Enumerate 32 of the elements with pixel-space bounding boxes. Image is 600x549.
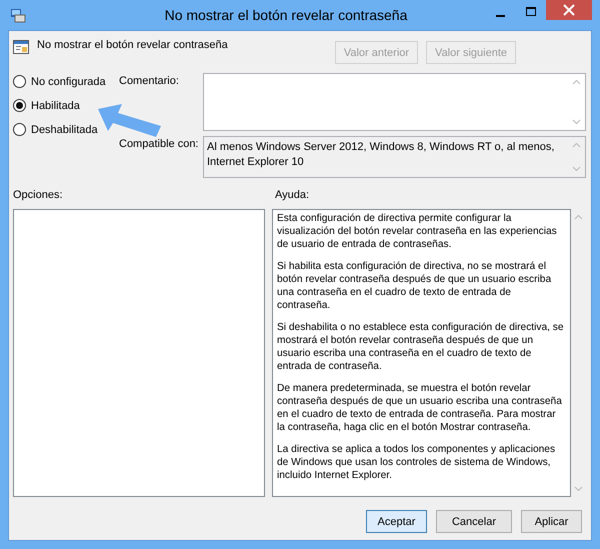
radio-button[interactable] <box>13 123 26 136</box>
scroll-down-icon[interactable] <box>574 486 582 492</box>
help-label: Ayuda: <box>275 189 310 203</box>
scroll-up-icon[interactable] <box>572 142 580 148</box>
dialog-button[interactable]: Aplicar <box>521 510 582 533</box>
options-label: Opciones: <box>13 189 64 203</box>
close-icon[interactable] <box>546 0 592 20</box>
comment-label: Comentario: <box>119 74 180 87</box>
pointer-arrow <box>98 104 162 138</box>
radio-label[interactable]: Deshabilitada <box>31 124 98 136</box>
dialog-button[interactable]: Aceptar <box>366 510 427 533</box>
scroll-up-icon[interactable] <box>574 214 582 220</box>
policy-title: No mostrar el botón revelar contraseña <box>37 39 228 51</box>
compatible-label: Compatible con: <box>119 137 200 150</box>
help-paragraph: De manera predeterminada, se muestra el botón revelar contraseña después de que un usuario escriba una contraseña en el cuadro de texto de entrada de contraseña. Para mostrar la contraseña, haga clic en el botón Mostrar contraseña. <box>277 382 563 434</box>
help-paragraph: Si deshabilita o no establece esta configuración de directiva, se mostrará el botón revelar contraseña después de que un usuario escriba una contraseña en el cuadro de texto de entrada de contraseña. <box>277 321 565 373</box>
policy-icon <box>13 39 29 55</box>
window-title: No mostrar el botón revelar contraseña <box>164 7 408 23</box>
radio-label[interactable]: No configurada <box>31 76 106 88</box>
radio-label[interactable]: Habilitada <box>31 100 80 112</box>
help-paragraph: Esta configuración de directiva permite configurar la visualización del botón revelar contraseña en las experiencias de usuario de entrada de contraseñas. <box>277 212 558 251</box>
scroll-down-icon[interactable] <box>572 119 580 125</box>
help-paragraph: La directiva se aplica a todos los componentes y aplicaciones de Windows que usan los controles de sistema de Windows, incluido Internet Explorer. <box>277 443 556 482</box>
help-paragraph: Si habilita esta configuración de directiva, no se mostrará el botón revelar contraseña después de que un usuario escriba una contraseña en el cuadro de texto de entrada de contraseña. <box>277 260 552 312</box>
scroll-down-icon[interactable] <box>572 166 580 172</box>
radio-button[interactable] <box>13 75 26 88</box>
compatible-text: Al menos Windows Server 2012, Windows 8, Windows RT o, al menos, Internet Explorer 10 <box>206 140 556 170</box>
scroll-up-icon[interactable] <box>572 79 580 85</box>
comment-field[interactable] <box>203 73 586 131</box>
dialog-button[interactable]: Cancelar <box>436 510 512 533</box>
radio-button[interactable] <box>13 99 26 112</box>
app-icon <box>10 7 26 23</box>
